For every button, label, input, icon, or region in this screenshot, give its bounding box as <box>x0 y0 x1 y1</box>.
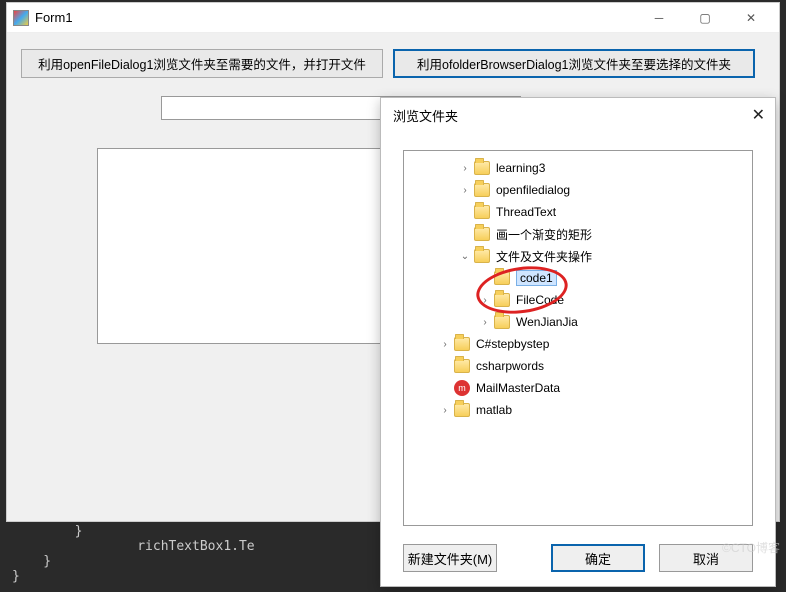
tree-node-label: 文件及文件夹操作 <box>496 248 592 265</box>
chevron-down-icon[interactable]: ⌄ <box>458 251 472 262</box>
new-folder-button[interactable]: 新建文件夹(M) <box>403 544 497 572</box>
tree-node[interactable]: ThreadText <box>410 201 748 223</box>
folder-icon <box>454 403 470 417</box>
minimize-button[interactable]: ─ <box>637 4 681 32</box>
tree-node-label: code1 <box>516 270 557 286</box>
tree-node-label: C#stepbystep <box>476 337 549 351</box>
tree-node-label: WenJianJia <box>516 315 578 329</box>
chevron-right-icon[interactable]: › <box>458 163 472 174</box>
folder-icon <box>494 315 510 329</box>
folder-icon <box>474 227 490 241</box>
close-button[interactable]: ✕ <box>729 4 773 32</box>
folder-icon <box>494 293 510 307</box>
background-code: } richTextBox1.Te } } <box>12 524 255 584</box>
richtextbox[interactable] <box>97 148 399 344</box>
tree-node-label: 画一个渐变的矩形 <box>496 226 592 243</box>
chevron-right-icon[interactable]: › <box>438 405 452 416</box>
folder-icon <box>474 249 490 263</box>
mail-master-icon: m <box>454 380 470 396</box>
form1-app-icon <box>13 10 29 26</box>
tree-node-label: learning3 <box>496 161 545 175</box>
tree-node[interactable]: › C#stepbystep <box>410 333 748 355</box>
chevron-right-icon[interactable]: › <box>458 185 472 196</box>
tree-node-label: MailMasterData <box>476 381 560 395</box>
chevron-right-icon[interactable]: › <box>438 339 452 350</box>
form1-titlebar: Form1 ─ ▢ ✕ <box>7 3 779 33</box>
tree-node-label: openfiledialog <box>496 183 570 197</box>
folder-icon <box>474 161 490 175</box>
tree-node[interactable]: code1 <box>410 267 748 289</box>
tree-node-label: FileCode <box>516 293 564 307</box>
folder-icon <box>454 359 470 373</box>
watermark: ©CTO博客 <box>722 539 780 556</box>
tree-node-label: ThreadText <box>496 205 556 219</box>
tree-node[interactable]: csharpwords <box>410 355 748 377</box>
chevron-right-icon[interactable]: › <box>478 317 492 328</box>
tree-node[interactable]: › openfiledialog <box>410 179 748 201</box>
open-file-button[interactable]: 利用openFileDialog1浏览文件夹至需要的文件，并打开文件 <box>21 49 383 78</box>
dialog-title: 浏览文件夹 <box>393 106 458 125</box>
tree-node[interactable]: › matlab <box>410 399 748 421</box>
form1-title: Form1 <box>35 10 637 25</box>
tree-node[interactable]: m MailMasterData <box>410 377 748 399</box>
browse-folder-dialog: 浏览文件夹 ✕ › learning3 › openfiledialog ThreadT… <box>380 97 776 587</box>
ok-button[interactable]: 确定 <box>551 544 645 572</box>
tree-node-label: matlab <box>476 403 512 417</box>
tree-node-label: csharpwords <box>476 359 544 373</box>
folder-icon <box>494 271 510 285</box>
tree-node[interactable]: ⌄ 文件及文件夹操作 <box>410 245 748 267</box>
folder-icon <box>454 337 470 351</box>
folder-icon <box>474 183 490 197</box>
dialog-titlebar: 浏览文件夹 ✕ <box>381 98 775 132</box>
chevron-right-icon[interactable]: › <box>478 295 492 306</box>
folder-tree-panel: › learning3 › openfiledialog ThreadText 画一个渐变… <box>403 150 753 526</box>
tree-node[interactable]: › FileCode <box>410 289 748 311</box>
folder-tree[interactable]: › learning3 › openfiledialog ThreadText 画一个渐变… <box>404 151 752 525</box>
tree-node[interactable]: › learning3 <box>410 157 748 179</box>
tree-node[interactable]: 画一个渐变的矩形 <box>410 223 748 245</box>
maximize-button[interactable]: ▢ <box>683 4 727 32</box>
folder-icon <box>474 205 490 219</box>
dialog-close-icon[interactable]: ✕ <box>752 105 765 125</box>
browse-folder-button[interactable]: 利用ofolderBrowserDialog1浏览文件夹至要选择的文件夹 <box>393 49 755 78</box>
tree-node[interactable]: › WenJianJia <box>410 311 748 333</box>
